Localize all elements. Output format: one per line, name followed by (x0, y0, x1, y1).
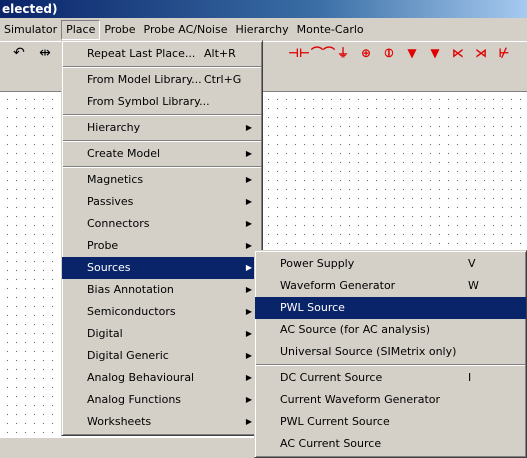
menu-bar: Simulator Place Probe Probe AC/Noise Hierarc… (0, 19, 527, 41)
menu-item-shortcut: Ctrl+G (204, 73, 242, 86)
menu-item-label: Analog Behavioural (87, 371, 195, 384)
inductor-icon[interactable]: ⌒⌒ (311, 44, 335, 62)
flip-icon[interactable]: ⇹ (36, 44, 54, 62)
menu-item-analog-functions[interactable]: Analog Functions ▶ (62, 389, 262, 411)
menu-hierarchy[interactable]: Hierarchy (231, 21, 292, 39)
ground-icon[interactable]: ⏚ (334, 44, 352, 62)
submenu-arrow-icon: ▶ (245, 373, 252, 382)
menu-simulator[interactable]: Simulator (0, 21, 61, 39)
mosfet-icon[interactable]: ⊬ (495, 44, 513, 62)
submenu-arrow-icon: ▶ (245, 175, 252, 184)
menu-item-label: Connectors (87, 217, 150, 230)
menu-item-connectors[interactable]: Connectors ▶ (62, 213, 262, 235)
submenu-arrow-icon: ▶ (245, 241, 252, 250)
menu-item-pwl-current-source[interactable]: PWL Current Source (255, 411, 526, 433)
menu-item-label: Universal Source (SIMetrix only) (280, 345, 457, 358)
menu-item-digital-generic[interactable]: Digital Generic ▶ (62, 345, 262, 367)
menu-item-shortcut: V (468, 257, 476, 270)
menu-item-label: Repeat Last Place... (87, 47, 196, 60)
menu-item-label: Probe (87, 239, 119, 252)
menu-item-label: Bias Annotation (87, 283, 174, 296)
menu-separator (63, 166, 261, 168)
menu-item-semiconductors[interactable]: Semiconductors ▶ (62, 301, 262, 323)
menu-item-dc-current-source[interactable]: DC Current Source I (255, 367, 526, 389)
menu-item-sources[interactable]: Sources ▶ (62, 257, 262, 279)
menu-item-from-symbol-library[interactable]: From Symbol Library... (62, 91, 262, 113)
menu-item-label: Worksheets (87, 415, 152, 428)
menu-item-magnetics[interactable]: Magnetics ▶ (62, 169, 262, 191)
menu-item-label: Digital (87, 327, 123, 340)
submenu-arrow-icon: ▶ (245, 149, 252, 158)
pnp-transistor-icon[interactable]: ⋊ (472, 44, 490, 62)
menu-item-shortcut: W (468, 279, 479, 292)
current-source-icon[interactable]: ⦶ (380, 44, 398, 62)
window-title: elected) (2, 2, 58, 16)
menu-item-power-supply[interactable]: Power Supply V (255, 253, 526, 275)
zener-diode-icon[interactable]: ▼ (426, 44, 444, 62)
menu-item-ac-current-source[interactable]: AC Current Source (255, 433, 526, 455)
sources-submenu: Power Supply V Waveform Generator W PWL Sour… (254, 250, 527, 458)
menu-item-hierarchy[interactable]: Hierarchy ▶ (62, 117, 262, 139)
menu-item-analog-behavioural[interactable]: Analog Behavioural ▶ (62, 367, 262, 389)
menu-item-bias-annotation[interactable]: Bias Annotation ▶ (62, 279, 262, 301)
submenu-arrow-icon: ▶ (245, 307, 252, 316)
menu-probe-ac-noise[interactable]: Probe AC/Noise (140, 21, 232, 39)
diode-icon[interactable]: ▼ (403, 44, 421, 62)
menu-item-current-waveform-generator[interactable]: Current Waveform Generator (255, 389, 526, 411)
menu-item-label: Magnetics (87, 173, 144, 186)
menu-item-label: Power Supply (280, 257, 355, 270)
submenu-arrow-icon: ▶ (245, 123, 252, 132)
menu-item-label: Waveform Generator (280, 279, 396, 292)
undo-arrow-icon[interactable]: ↶ (10, 44, 28, 62)
menu-item-label: Sources (87, 261, 131, 274)
menu-item-label: PWL Current Source (280, 415, 390, 428)
menu-item-label: AC Current Source (280, 437, 382, 450)
menu-item-repeat-last-place[interactable]: Repeat Last Place... Alt+R (62, 43, 262, 65)
menu-item-label: From Symbol Library... (87, 95, 210, 108)
menu-item-label: DC Current Source (280, 371, 383, 384)
title-bar: elected) (0, 0, 527, 18)
menu-item-label: Analog Functions (87, 393, 182, 406)
submenu-arrow-icon: ▶ (245, 395, 252, 404)
menu-item-label: Current Waveform Generator (280, 393, 441, 406)
menu-item-label: Hierarchy (87, 121, 141, 134)
menu-item-label: From Model Library... (87, 73, 202, 86)
menu-item-ac-source-for-ac-analysis[interactable]: AC Source (for AC analysis) (255, 319, 526, 341)
menu-item-waveform-generator[interactable]: Waveform Generator W (255, 275, 526, 297)
menu-item-label: PWL Source (280, 301, 345, 314)
menu-item-shortcut: I (468, 371, 472, 384)
menu-item-from-model-library[interactable]: From Model Library... Ctrl+G (62, 69, 262, 91)
submenu-arrow-icon: ▶ (245, 197, 252, 206)
menu-item-label: AC Source (for AC analysis) (280, 323, 431, 336)
menu-item-digital[interactable]: Digital ▶ (62, 323, 262, 345)
voltage-source-icon[interactable]: ⊕ (357, 44, 375, 62)
submenu-arrow-icon: ▶ (245, 263, 252, 272)
menu-item-label: Semiconductors (87, 305, 176, 318)
menu-item-label: Passives (87, 195, 134, 208)
menu-item-create-model[interactable]: Create Model ▶ (62, 143, 262, 165)
capacitor-icon[interactable]: ⊣⊢ (288, 44, 310, 62)
submenu-arrow-icon: ▶ (245, 417, 252, 426)
menu-item-shortcut: Alt+R (204, 47, 236, 60)
menu-separator (63, 140, 261, 142)
menu-item-universal-source-simetrix-only[interactable]: Universal Source (SIMetrix only) (255, 341, 526, 363)
menu-place[interactable]: Place (61, 20, 101, 40)
submenu-arrow-icon: ▶ (245, 329, 252, 338)
menu-item-label: Digital Generic (87, 349, 169, 362)
menu-item-passives[interactable]: Passives ▶ (62, 191, 262, 213)
menu-item-pwl-source[interactable]: PWL Source (255, 297, 526, 319)
submenu-arrow-icon: ▶ (245, 219, 252, 228)
submenu-arrow-icon: ▶ (245, 285, 252, 294)
menu-item-probe[interactable]: Probe ▶ (62, 235, 262, 257)
npn-transistor-icon[interactable]: ⋉ (449, 44, 467, 62)
menu-monte-carlo[interactable]: Monte-Carlo (293, 21, 368, 39)
menu-separator (256, 364, 525, 366)
menu-separator (63, 114, 261, 116)
menu-probe[interactable]: Probe (100, 21, 139, 39)
menu-separator (63, 66, 261, 68)
place-menu: Repeat Last Place... Alt+R From Model Libr… (61, 40, 263, 436)
menu-item-label: Create Model (87, 147, 161, 160)
menu-item-worksheets[interactable]: Worksheets ▶ (62, 411, 262, 433)
submenu-arrow-icon: ▶ (245, 351, 252, 360)
